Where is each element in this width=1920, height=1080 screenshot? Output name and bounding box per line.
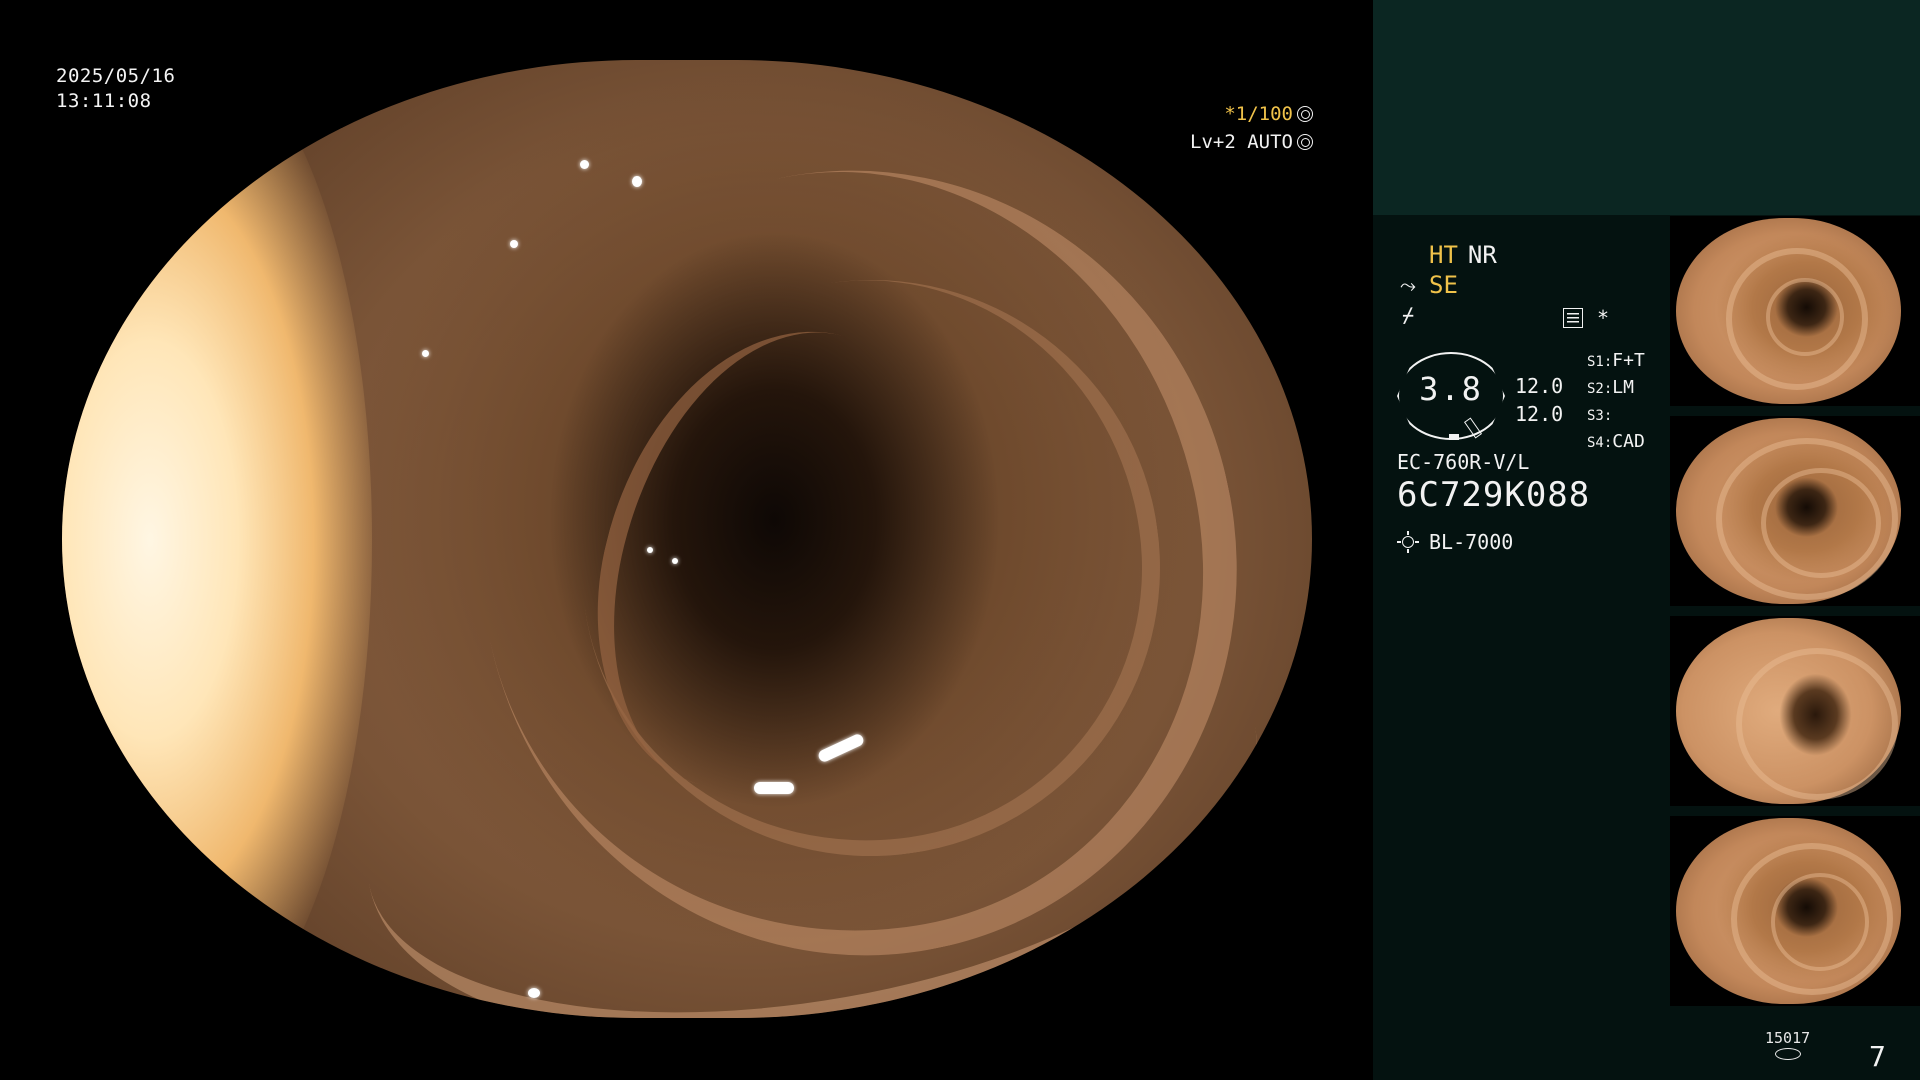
light-reflection <box>62 60 372 1018</box>
thumbnail-image <box>1676 218 1901 404</box>
switch-value: CAD <box>1612 431 1645 452</box>
endoscope-image <box>62 60 1312 1018</box>
thumbnail-image <box>1676 618 1901 804</box>
panel-header-area <box>1373 0 1920 215</box>
specular-glint <box>632 176 642 187</box>
specular-glint <box>647 547 653 553</box>
switch-key: S1: <box>1587 354 1613 370</box>
thumbnail-image <box>1676 818 1901 1004</box>
scope-switch-list: S1:F+T S2:LM S3: S4:CAD <box>1587 348 1645 456</box>
gauge-value: 3.8 <box>1419 370 1483 408</box>
specular-glint <box>528 988 540 998</box>
switch-key: S2: <box>1587 381 1613 397</box>
gauge-reading-2: 12.0 <box>1515 402 1564 426</box>
main-endoscope-view: 2025/05/16 13:11:08 *1/100 Lv+2 AUTO <box>0 0 1373 1080</box>
nr-indicator: NR <box>1467 241 1497 269</box>
time-text: 13:11:08 <box>56 90 152 112</box>
thumbnail-1[interactable] <box>1670 216 1920 406</box>
specular-glint <box>510 240 518 248</box>
grid-icon <box>1563 308 1583 328</box>
info-panel: HT NR ⤳ SE ⌿ * 3.8 12.0 12.0 S1:F+T S2:L… <box>1373 0 1920 1080</box>
datetime-stamp: 2025/05/16 13:11:08 <box>56 64 175 114</box>
exposure-info: *1/100 Lv+2 AUTO <box>1190 100 1313 156</box>
specular-glint <box>754 782 794 794</box>
specular-glint <box>422 350 429 357</box>
scope-serial: 6C729K088 <box>1397 475 1591 515</box>
date-text: 2025/05/16 <box>56 65 176 87</box>
se-indicator: SE <box>1429 271 1458 299</box>
exposure-mode: Lv+2 AUTO <box>1190 131 1293 153</box>
switch-key: S4: <box>1587 435 1613 451</box>
capture-count: 7 <box>1869 1040 1886 1073</box>
specular-glint <box>672 558 678 564</box>
switch-key: S3: <box>1587 408 1613 424</box>
insertion-gauge: 3.8 12.0 12.0 S1:F+T S2:LM S3: S4:CAD <box>1397 348 1697 458</box>
freeze-icon: ⌿ <box>1401 303 1415 327</box>
auto-iris-icon <box>1297 134 1313 150</box>
image-counter-value: 15017 <box>1765 1029 1811 1047</box>
thumbnail-3[interactable] <box>1670 616 1920 806</box>
thumbnail-image <box>1676 418 1901 604</box>
star-indicator: * <box>1597 306 1610 330</box>
switch-value: F+T <box>1612 350 1645 371</box>
shutter-speed: *1/100 <box>1224 103 1293 125</box>
specular-glint <box>580 160 589 169</box>
thumbnail-2[interactable] <box>1670 416 1920 606</box>
thumbnail-4[interactable] <box>1670 816 1920 1006</box>
image-mode-settings: HT NR ⤳ SE ⌿ <box>1397 240 1697 330</box>
thumbnail-strip <box>1670 216 1920 1016</box>
light-source-model: BL-7000 <box>1429 530 1514 554</box>
storage-icon <box>1774 1048 1801 1060</box>
gauge-marker <box>1449 434 1459 440</box>
ht-indicator: HT <box>1429 241 1458 269</box>
switch-value: LM <box>1612 377 1634 398</box>
endoscope-screen: 2025/05/16 13:11:08 *1/100 Lv+2 AUTO HT … <box>0 0 1920 1080</box>
gauge-reading-1: 12.0 <box>1515 374 1564 398</box>
aperture-icon <box>1297 106 1313 122</box>
scope-model: EC-760R-V/L <box>1397 450 1530 474</box>
structure-enhance-icon: ⤳ <box>1400 273 1416 297</box>
light-source-info: BL-7000 <box>1397 530 1513 554</box>
light-source-icon <box>1397 531 1419 553</box>
status-icons: * <box>1563 306 1609 330</box>
image-counter: 15017 <box>1765 1030 1810 1060</box>
gauge-readings: 12.0 12.0 <box>1515 372 1563 428</box>
